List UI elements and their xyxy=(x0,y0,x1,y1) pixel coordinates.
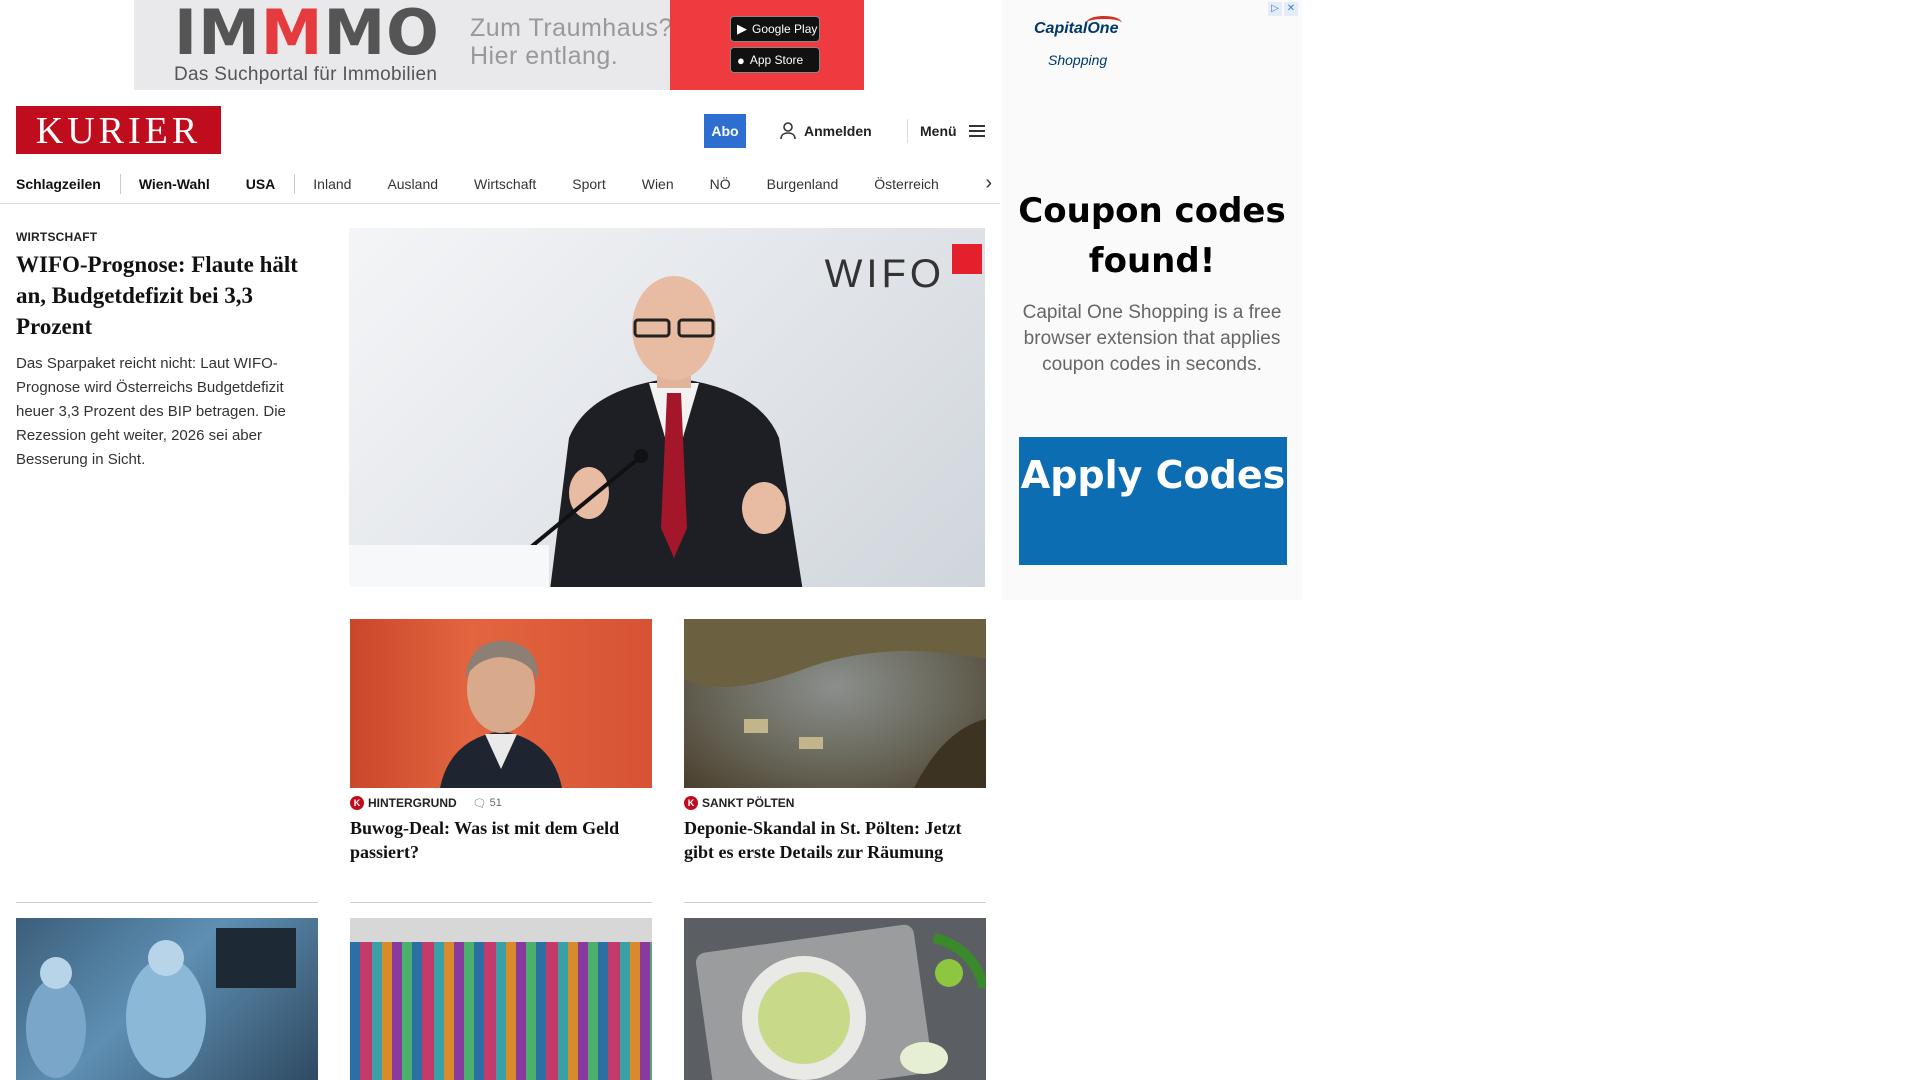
google-play-button[interactable]: ▶ Google Play xyxy=(730,16,820,42)
article-headline[interactable]: Buwog-Deal: Was ist mit dem Geld passier… xyxy=(350,816,652,864)
nav-item-wirtschaft[interactable]: Wirtschaft xyxy=(474,176,536,192)
article-thumbnail[interactable] xyxy=(16,918,318,1080)
lead-kicker[interactable]: WIRTSCHAFT xyxy=(16,230,97,244)
header-divider xyxy=(907,119,908,143)
lead-image[interactable]: WIFO xyxy=(349,228,985,587)
ad-claim: Zum Traumhaus? Hier entlang. xyxy=(470,14,673,70)
nav-item-noe[interactable]: NÖ xyxy=(710,176,731,192)
article-card[interactable]: K HINTERGRUND 🗨 51 Buwog-Deal: Was ist m… xyxy=(350,619,652,864)
food-bowl-image xyxy=(695,924,986,1080)
article-thumbnail[interactable] xyxy=(350,918,652,1080)
kurier-plus-badge: K xyxy=(350,796,364,810)
menu-button[interactable]: Menü xyxy=(920,120,985,142)
kurier-logo[interactable]: KURIER xyxy=(16,106,221,154)
ad-choices[interactable]: ▷ ✕ xyxy=(1268,2,1298,16)
comment-count[interactable]: 🗨 51 xyxy=(473,797,502,810)
close-icon[interactable]: ✕ xyxy=(1284,2,1298,16)
user-icon xyxy=(780,122,796,140)
login-button[interactable]: Anmelden xyxy=(780,120,872,142)
clothing-rack-top xyxy=(350,918,652,942)
hamburger-icon xyxy=(968,125,985,137)
comment-icon: 🗨 xyxy=(472,797,487,810)
nav-separator xyxy=(119,174,121,194)
apply-codes-button[interactable]: Apply Codes xyxy=(1019,437,1287,565)
lead-headline[interactable]: WIFO-Prognose: Flaute hält an, Budgetdef… xyxy=(16,249,316,342)
ad-headline: Coupon codes found! xyxy=(1018,191,1286,281)
abo-button[interactable]: Abo xyxy=(704,114,746,148)
ad-subline: Das Suchportal für Immobilien xyxy=(174,64,438,85)
article-thumbnail[interactable] xyxy=(684,619,986,788)
divider xyxy=(350,902,652,903)
nav-item-wien[interactable]: Wien xyxy=(642,176,674,192)
nav-item-sport[interactable]: Sport xyxy=(572,176,605,192)
article-headline[interactable]: Deponie-Skandal in St. Pölten: Jetzt gib… xyxy=(684,816,986,864)
portrait-image xyxy=(440,640,562,788)
nav-item-schlagzeilen[interactable]: Schlagzeilen xyxy=(16,176,101,192)
nav-item-burgenland[interactable]: Burgenland xyxy=(767,176,839,192)
section-nav: Schlagzeilen Wien-Wahl USA Inland Auslan… xyxy=(16,170,992,198)
play-icon: ▶ xyxy=(737,21,747,36)
apple-icon: ● xyxy=(737,52,745,68)
nav-item-wien-wahl[interactable]: Wien-Wahl xyxy=(139,176,210,192)
landfill-aerial-image xyxy=(684,619,986,788)
chevron-right-icon[interactable]: › xyxy=(985,172,992,195)
immmo-logo: IMMMO xyxy=(174,0,440,69)
article-thumbnail[interactable] xyxy=(350,619,652,788)
article-thumbnail[interactable] xyxy=(684,918,986,1080)
lectern xyxy=(349,545,549,587)
surgery-image xyxy=(26,928,296,1078)
ad-body: Capital One Shopping is a free browser e… xyxy=(1022,302,1282,375)
nav-separator xyxy=(294,174,296,194)
lead-teaser[interactable]: Das Sparpaket reicht nicht: Laut WIFO-Pr… xyxy=(16,352,316,472)
article-card[interactable] xyxy=(16,918,318,1080)
nav-divider xyxy=(0,203,1000,204)
nav-item-usa[interactable]: USA xyxy=(246,176,276,192)
article-kicker: HINTERGRUND xyxy=(368,796,457,810)
nav-item-ausland[interactable]: Ausland xyxy=(387,176,438,192)
article-card[interactable] xyxy=(350,918,652,1080)
nav-item-inland[interactable]: Inland xyxy=(313,176,351,192)
nav-item-oesterreich[interactable]: Österreich xyxy=(874,176,939,192)
capital-one-logo-sub: Shopping xyxy=(1048,52,1108,68)
speaker-figure xyxy=(529,276,803,587)
side-banner-ad[interactable]: ▷ ✕ CapitalOne Shopping Coupon codes fou… xyxy=(1002,0,1302,600)
article-card[interactable]: K SANKT PÖLTEN Deponie-Skandal in St. Pö… xyxy=(684,619,986,864)
divider xyxy=(684,902,986,903)
top-banner-ad[interactable]: IMMMO Das Suchportal für Immobilien Zum … xyxy=(134,0,864,90)
adchoices-icon[interactable]: ▷ xyxy=(1268,2,1282,16)
capital-one-logo: CapitalOne xyxy=(1034,20,1119,37)
wifo-logo-square xyxy=(952,244,982,274)
ad-store-panel: ▶ Google Play ● App Store xyxy=(670,0,864,90)
article-meta: K SANKT PÖLTEN xyxy=(684,796,986,810)
kurier-plus-badge: K xyxy=(684,796,698,810)
app-store-button[interactable]: ● App Store xyxy=(730,47,820,73)
article-kicker: SANKT PÖLTEN xyxy=(702,796,795,810)
article-meta: K HINTERGRUND 🗨 51 xyxy=(350,796,652,810)
wifo-logo: WIFO xyxy=(824,252,945,296)
divider xyxy=(16,902,318,903)
article-card[interactable] xyxy=(684,918,986,1080)
